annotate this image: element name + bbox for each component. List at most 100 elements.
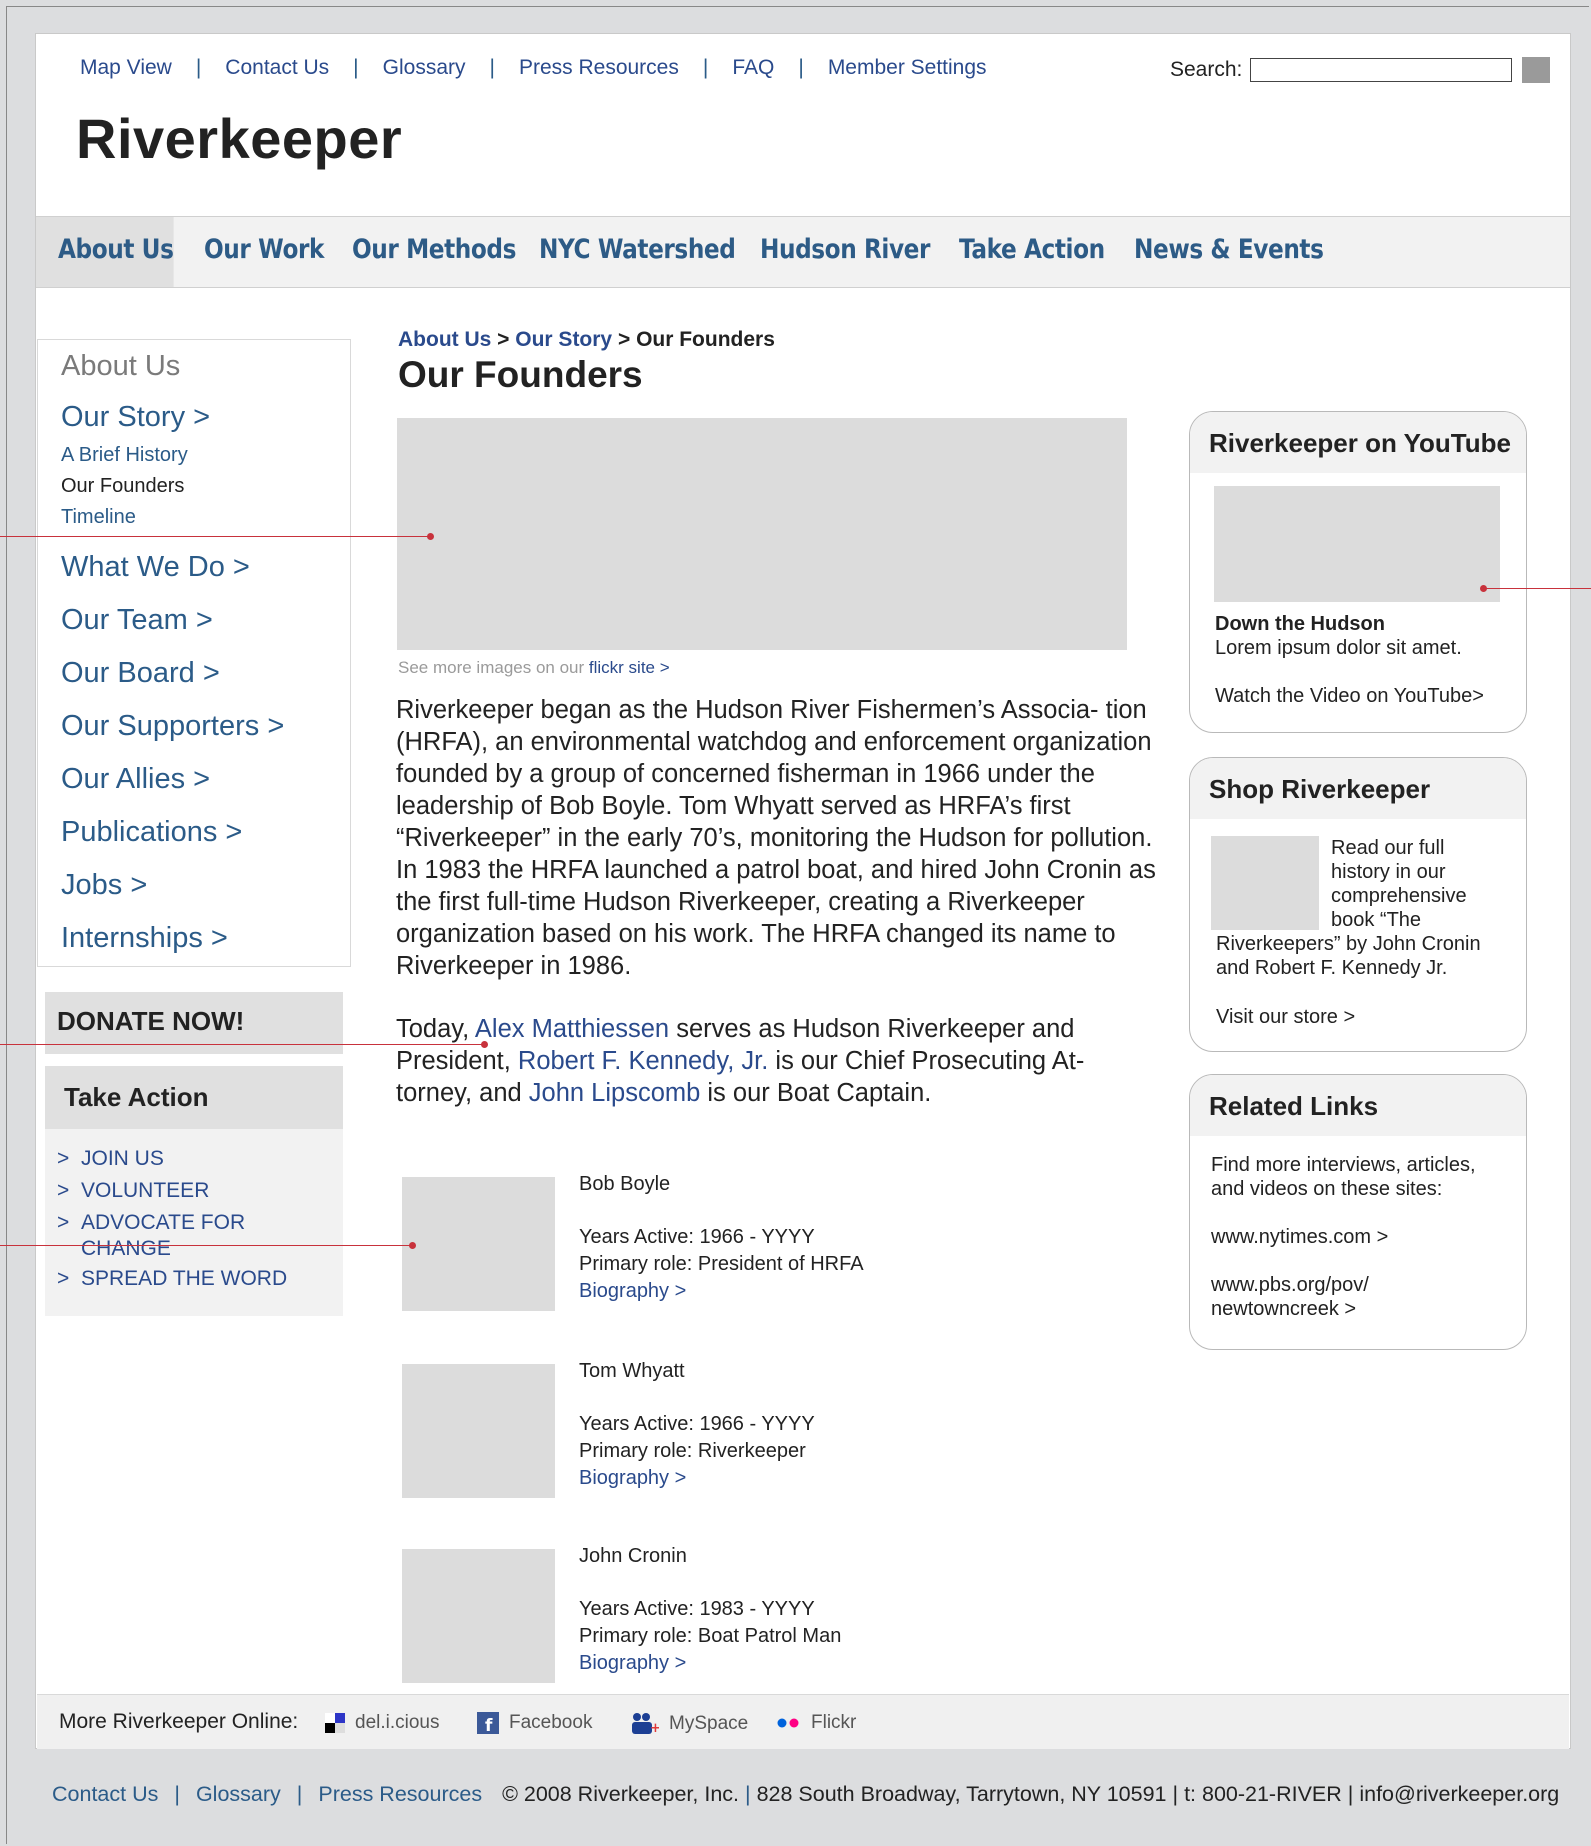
sidebar-subitem-our-founders: Our Founders — [61, 475, 185, 497]
youtube-box-title: Riverkeeper on YouTube — [1209, 428, 1511, 458]
watch-video-link[interactable]: Watch the Video on YouTube> — [1215, 684, 1484, 708]
topnav-map-view[interactable]: Map View — [80, 56, 172, 80]
search-submit-button[interactable] — [1522, 57, 1551, 83]
social-link-delicious[interactable]: del.i.cious — [325, 1712, 440, 1734]
link-nytimes[interactable]: www.nytimes.com > — [1211, 1225, 1388, 1249]
tab-news-events[interactable]: News & Events — [1134, 217, 1324, 287]
shop-box: Shop Riverkeeper Read our full history i… — [1189, 757, 1527, 1052]
myspace-icon: + — [632, 1713, 659, 1736]
annotation-dot — [427, 533, 434, 540]
topnav-contact-us[interactable]: Contact Us — [225, 56, 329, 80]
link-robert-kennedy[interactable]: Robert F. Kennedy, Jr. — [518, 1047, 768, 1075]
search-label: Search: — [1170, 58, 1243, 81]
social-link-facebook[interactable]: f Facebook — [477, 1712, 592, 1734]
annotation-line — [0, 536, 431, 537]
tab-our-methods[interactable]: Our Methods — [352, 217, 516, 287]
flickr-icon — [777, 1718, 799, 1728]
facebook-icon: f — [477, 1712, 499, 1734]
related-links-title: Related Links — [1209, 1091, 1379, 1121]
topnav-separator: | — [195, 56, 202, 79]
footer-phone: t: 800-21-RIVER — [1184, 1782, 1342, 1806]
sidebar-item-our-board[interactable]: Our Board > — [61, 657, 220, 690]
founder-biography-link[interactable]: Biography > — [579, 1652, 686, 1674]
leadership-paragraph: Today, Alex Matthiessen serves as Hudson… — [396, 1015, 1085, 1107]
annotation-line — [0, 1245, 413, 1246]
annotation-dot — [481, 1041, 488, 1048]
link-alex-matthiessen[interactable]: Alex Matthiessen — [475, 1015, 669, 1043]
video-title: Down the Hudson — [1215, 613, 1385, 635]
link-pbs-pov[interactable]: www.pbs.org/pov/ newtowncreek > — [1211, 1273, 1391, 1321]
social-link-myspace[interactable]: + MySpace — [631, 1712, 748, 1736]
founder-card: John Cronin Years Active: 1983 - YYYY Pr… — [579, 1543, 841, 1677]
related-links-box: Related Links Find more interviews, arti… — [1189, 1074, 1527, 1350]
sidebar-item-our-story[interactable]: Our Story > — [61, 401, 210, 434]
sidebar-item-jobs[interactable]: Jobs > — [61, 869, 147, 902]
youtube-box-header: Riverkeeper on YouTube — [1190, 412, 1526, 473]
topnav-separator: | — [798, 56, 804, 79]
intro-paragraph: Riverkeeper began as the Hudson River Fi… — [396, 696, 1156, 980]
annotation-line — [0, 1044, 485, 1045]
related-links-intro: Find more interviews, articles, and vide… — [1211, 1154, 1476, 1200]
video-thumbnail[interactable] — [1214, 486, 1500, 602]
founder-biography-link[interactable]: Biography > — [579, 1280, 686, 1302]
tab-nyc-watershed[interactable]: NYC Watershed — [539, 217, 736, 287]
topnav-glossary[interactable]: Glossary — [383, 56, 466, 80]
sidebar-item-our-supporters[interactable]: Our Supporters > — [61, 710, 284, 743]
take-action-join-us[interactable]: > JOIN US — [57, 1146, 164, 1172]
book-cover-placeholder — [1211, 836, 1319, 930]
svg-text:f: f — [485, 1716, 493, 1734]
image-caption: See more images on our flickr site > — [398, 658, 670, 677]
tab-about-us[interactable]: About Us — [58, 217, 174, 287]
breadcrumb: About Us > Our Story > Our Founders — [398, 328, 775, 351]
sidebar-subitem-brief-history[interactable]: A Brief History — [61, 444, 188, 467]
footer-glossary[interactable]: Glossary — [196, 1782, 281, 1806]
annotation-line — [1484, 588, 1591, 589]
tab-our-work[interactable]: Our Work — [204, 217, 324, 287]
sidebar-item-what-we-do[interactable]: What We Do > — [61, 551, 250, 584]
site-logo[interactable]: Riverkeeper — [76, 106, 402, 171]
sidebar-subitem-timeline[interactable]: Timeline — [61, 506, 136, 529]
take-action-advocate[interactable]: > ADVOCATE FOR CHANGE — [57, 1210, 287, 1262]
founder-biography-link[interactable]: Biography > — [579, 1467, 686, 1489]
visit-store-link[interactable]: Visit our store > — [1216, 1005, 1355, 1029]
topnav-separator: | — [702, 56, 709, 79]
take-action-volunteer[interactable]: > VOLUNTEER — [57, 1178, 209, 1204]
section-sidebar: About Us Our Story > A Brief History Our… — [37, 339, 351, 967]
founder-role: Primary role: Riverkeeper — [579, 1440, 806, 1462]
footer-copyright: © 2008 Riverkeeper, Inc. — [502, 1782, 740, 1806]
main-nav: About Us Our Work Our Methods NYC Waters… — [36, 216, 1570, 288]
founder-card: Tom Whyatt Years Active: 1966 - YYYY Pri… — [579, 1358, 815, 1492]
topnav-member-settings[interactable]: Member Settings — [828, 56, 987, 80]
utility-nav: Map View | Contact Us | Glossary | Press… — [80, 56, 987, 80]
breadcrumb-about-us[interactable]: About Us — [398, 328, 491, 351]
topnav-press-resources[interactable]: Press Resources — [519, 56, 679, 80]
sidebar-item-our-team[interactable]: Our Team > — [61, 604, 213, 637]
shop-text-side: Read our full history in our comprehensi… — [1331, 837, 1467, 931]
social-link-flickr[interactable]: Flickr — [777, 1712, 856, 1734]
tab-hudson-river[interactable]: Hudson River — [760, 217, 930, 287]
take-action-panel: Take Action > JOIN US > VOLUNTEER > ADVOCAT… — [45, 1066, 343, 1316]
sidebar-item-our-allies[interactable]: Our Allies > — [61, 763, 210, 796]
shop-box-header: Shop Riverkeeper — [1190, 758, 1526, 819]
link-john-lipscomb[interactable]: John Lipscomb — [529, 1079, 701, 1107]
youtube-box: Riverkeeper on YouTube Down the Hudson L… — [1189, 411, 1527, 733]
svg-text:+: + — [650, 1721, 659, 1736]
flickr-link[interactable]: flickr site > — [589, 658, 670, 677]
footer-address: 828 South Broadway, Tarrytown, NY 10591 — [756, 1782, 1167, 1806]
topnav-separator: | — [489, 56, 495, 79]
founder-card: Bob Boyle Years Active: 1966 - YYYY Prim… — [579, 1171, 864, 1305]
footer-press-resources[interactable]: Press Resources — [318, 1782, 482, 1806]
founder-name: Bob Boyle — [579, 1173, 671, 1195]
social-footer: More Riverkeeper Online: del.i.cious f F… — [37, 1694, 1569, 1749]
search-input[interactable] — [1250, 58, 1513, 82]
video-description: Lorem ipsum dolor sit amet. — [1215, 637, 1462, 659]
footer-contact-us[interactable]: Contact Us — [52, 1782, 158, 1806]
related-links-header: Related Links — [1190, 1075, 1526, 1136]
social-footer-label: More Riverkeeper Online: — [59, 1710, 299, 1733]
take-action-spread-the-word[interactable]: > SPREAD THE WORD — [57, 1266, 287, 1292]
tab-take-action[interactable]: Take Action — [959, 217, 1105, 287]
breadcrumb-our-story[interactable]: Our Story — [515, 328, 612, 351]
topnav-faq[interactable]: FAQ — [732, 56, 774, 80]
sidebar-item-publications[interactable]: Publications > — [61, 816, 242, 849]
sidebar-item-internships[interactable]: Internships > — [61, 922, 228, 955]
